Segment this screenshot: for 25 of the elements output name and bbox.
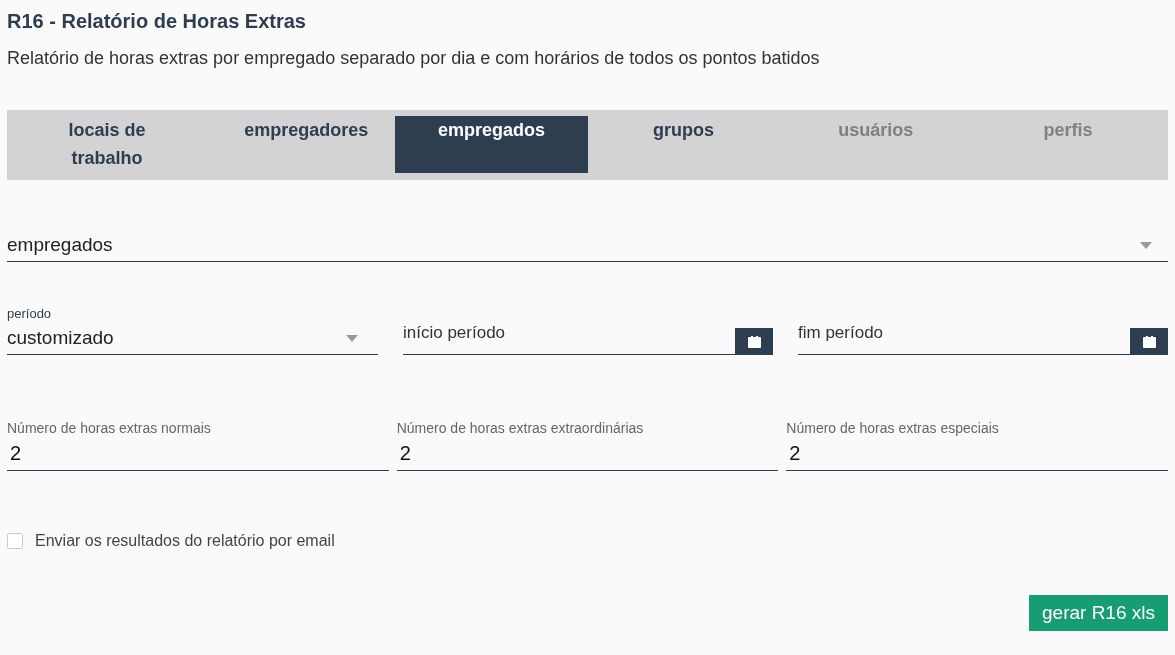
- field-label: Número de horas extras especiais: [786, 419, 1000, 437]
- field-label: período: [7, 306, 53, 322]
- tab[interactable]: grupos: [587, 116, 780, 173]
- page-subtitle: Relatório de horas extras por empregado separado por dia e com horários de todos os pontos batidos: [7, 47, 821, 70]
- date-field[interactable]: fim período: [798, 322, 1130, 355]
- tab[interactable]: empregados: [395, 116, 588, 173]
- checkbox[interactable]: [7, 533, 23, 549]
- calendar-icon: [747, 335, 761, 348]
- tab[interactable]: locais de trabalho: [11, 116, 204, 173]
- field-label: Número de horas extras normais: [7, 419, 212, 437]
- number-field[interactable]: 2: [786, 437, 1168, 471]
- calendar-button[interactable]: [735, 328, 773, 355]
- employees-select[interactable]: empregados: [7, 230, 1168, 262]
- checkbox-label: Enviar os resultados do relatório por email: [35, 531, 335, 551]
- calendar-icon: [1142, 335, 1156, 348]
- number-field[interactable]: 2: [396, 437, 779, 471]
- calendar-button[interactable]: [1130, 328, 1168, 355]
- dropdown-caret-icon: [346, 334, 358, 342]
- field-label: Número de horas extras extraordinárias: [396, 419, 645, 437]
- tab[interactable]: empregadores: [203, 116, 396, 173]
- period-select[interactable]: customizado: [7, 322, 378, 355]
- number-field[interactable]: 2: [7, 437, 389, 471]
- page-title: R16 - Relatório de Horas Extras: [7, 9, 307, 34]
- date-field[interactable]: início período: [403, 322, 735, 355]
- dropdown-caret-icon: [1140, 242, 1152, 249]
